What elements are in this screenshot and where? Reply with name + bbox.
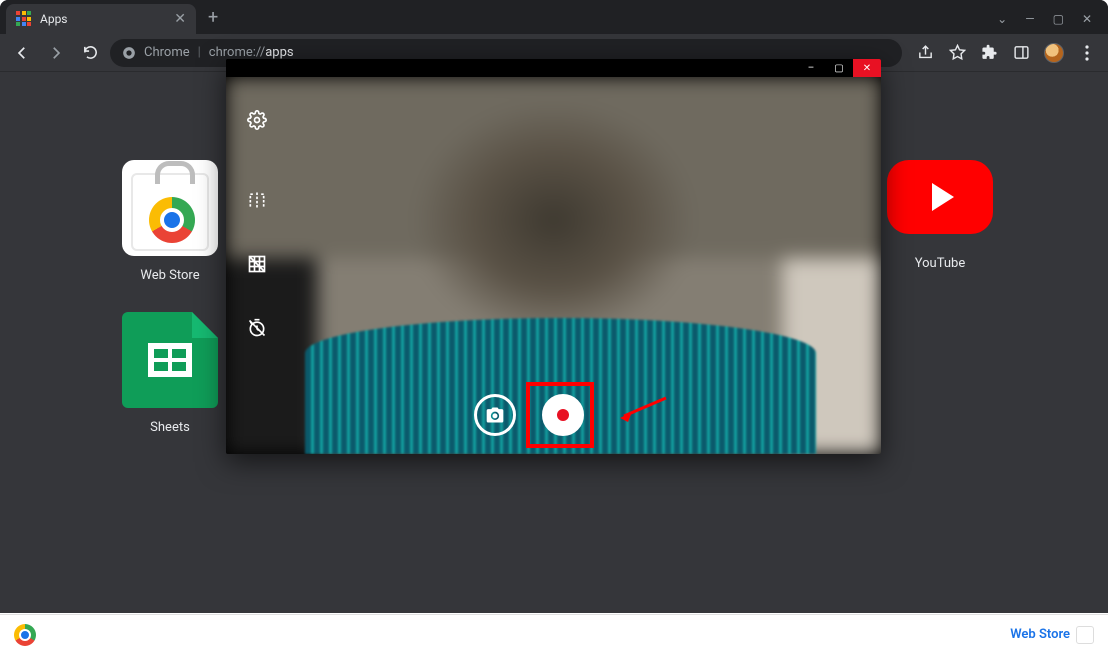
record-video-button[interactable] bbox=[542, 394, 584, 436]
tab-close-icon[interactable]: ✕ bbox=[174, 11, 186, 27]
window-chevron-icon[interactable]: ⌄ bbox=[997, 12, 1007, 26]
apps-favicon bbox=[16, 11, 32, 27]
camera-close-button[interactable]: ✕ bbox=[853, 59, 881, 77]
window-controls: ⌄ — ▢ ✕ bbox=[997, 4, 1102, 34]
sheets-icon bbox=[122, 312, 218, 408]
camera-maximize-button[interactable]: ▢ bbox=[825, 59, 853, 77]
camera-timer-button[interactable] bbox=[244, 315, 270, 341]
annotation-arrow-icon bbox=[618, 396, 668, 422]
camera-body bbox=[226, 77, 881, 454]
camera-titlebar[interactable]: – ▢ ✕ bbox=[226, 59, 881, 77]
app-tile-sheets[interactable]: Sheets bbox=[110, 312, 230, 435]
webstore-mini-icon bbox=[1076, 626, 1094, 644]
tab-title: Apps bbox=[40, 12, 68, 26]
camera-mirror-button[interactable] bbox=[244, 187, 270, 213]
browser-window: Apps ✕ + ⌄ — ▢ ✕ Chrome | chrome://apps bbox=[0, 0, 1108, 613]
forward-button[interactable] bbox=[42, 39, 70, 67]
app-label: YouTube bbox=[880, 256, 1000, 271]
camera-grid-button[interactable] bbox=[244, 251, 270, 277]
omnibox-scheme: Chrome bbox=[144, 45, 190, 60]
omnibox-path: apps bbox=[265, 45, 293, 60]
tab-apps[interactable]: Apps ✕ bbox=[6, 4, 196, 34]
youtube-icon bbox=[887, 160, 993, 234]
webstore-icon bbox=[122, 160, 218, 256]
omnibox-divider: | bbox=[198, 45, 201, 60]
record-dot-icon bbox=[557, 409, 569, 421]
window-maximize-icon[interactable]: ▢ bbox=[1053, 12, 1064, 26]
app-label: Web Store bbox=[110, 268, 230, 283]
sidepanel-icon[interactable] bbox=[1012, 44, 1030, 62]
app-tile-youtube[interactable]: YouTube bbox=[880, 160, 1000, 271]
footer-webstore-link[interactable]: Web Store bbox=[1010, 626, 1094, 644]
chrome-logo-icon[interactable] bbox=[14, 624, 36, 646]
omnibox-path-prefix: chrome:// bbox=[209, 45, 265, 60]
window-close-icon[interactable]: ✕ bbox=[1082, 12, 1092, 26]
app-label: Sheets bbox=[110, 420, 230, 435]
app-tile-webstore[interactable]: Web Store bbox=[110, 160, 230, 283]
share-icon[interactable] bbox=[916, 44, 934, 62]
profile-avatar[interactable] bbox=[1044, 43, 1064, 63]
extensions-icon[interactable] bbox=[980, 44, 998, 62]
take-photo-button[interactable] bbox=[474, 394, 516, 436]
kebab-menu-icon[interactable] bbox=[1078, 44, 1096, 62]
bookmark-star-icon[interactable] bbox=[948, 44, 966, 62]
tab-strip: Apps ✕ + ⌄ — ▢ ✕ bbox=[0, 0, 1108, 34]
camera-app-window: – ▢ ✕ bbox=[226, 59, 881, 454]
toolbar-right bbox=[908, 43, 1100, 63]
apps-footer: Web Store bbox=[0, 614, 1108, 654]
footer-webstore-label: Web Store bbox=[1010, 627, 1070, 642]
back-button[interactable] bbox=[8, 39, 36, 67]
camera-minimize-button[interactable]: – bbox=[797, 59, 825, 77]
new-tab-button[interactable]: + bbox=[200, 1, 226, 34]
camera-settings-button[interactable] bbox=[244, 107, 270, 133]
reload-button[interactable] bbox=[76, 39, 104, 67]
apps-page: Web Store Sheets YouTube – ▢ ✕ bbox=[0, 72, 1108, 613]
window-minimize-icon[interactable]: — bbox=[1025, 12, 1034, 26]
chrome-scheme-icon bbox=[122, 46, 136, 60]
